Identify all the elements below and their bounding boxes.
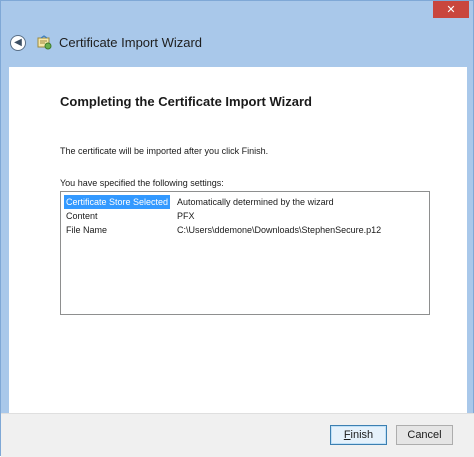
settings-label: You have specified the following setting… xyxy=(60,178,224,188)
page-heading: Completing the Certificate Import Wizard xyxy=(60,94,312,109)
back-arrow-icon: ◀ xyxy=(14,37,22,48)
setting-name: Content xyxy=(66,211,98,221)
settings-row-file-name[interactable]: File Name C:\Users\ddemone\Downloads\Ste… xyxy=(61,223,429,237)
button-bar: Finish Cancel xyxy=(1,413,474,457)
setting-name: File Name xyxy=(66,225,108,235)
wizard-content: Completing the Certificate Import Wizard… xyxy=(9,67,467,413)
finish-label: inish xyxy=(350,429,374,441)
finish-button[interactable]: Finish xyxy=(330,425,387,445)
cancel-button[interactable]: Cancel xyxy=(396,425,453,445)
settings-row-store[interactable]: Certificate Store Selected Automatically… xyxy=(61,195,429,209)
settings-row-content[interactable]: Content PFX xyxy=(61,209,429,223)
settings-list[interactable]: Certificate Store Selected Automatically… xyxy=(60,191,430,315)
setting-value: Automatically determined by the wizard xyxy=(177,197,334,207)
title-bar: ✕ ◀ Certificate Import Wizard xyxy=(1,1,474,67)
finish-accelerator: F xyxy=(343,429,351,441)
setting-value: PFX xyxy=(177,211,195,221)
wizard-window: ✕ ◀ Certificate Import Wizard Completing… xyxy=(0,0,474,457)
close-icon: ✕ xyxy=(446,3,456,16)
info-text: The certificate will be imported after y… xyxy=(60,146,269,156)
close-button[interactable]: ✕ xyxy=(433,1,469,18)
setting-value: C:\Users\ddemone\Downloads\StephenSecure… xyxy=(177,225,382,235)
certificate-icon xyxy=(37,35,52,50)
back-button[interactable]: ◀ xyxy=(10,35,26,51)
window-title: Certificate Import Wizard xyxy=(59,35,203,50)
setting-name: Certificate Store Selected xyxy=(64,195,171,209)
